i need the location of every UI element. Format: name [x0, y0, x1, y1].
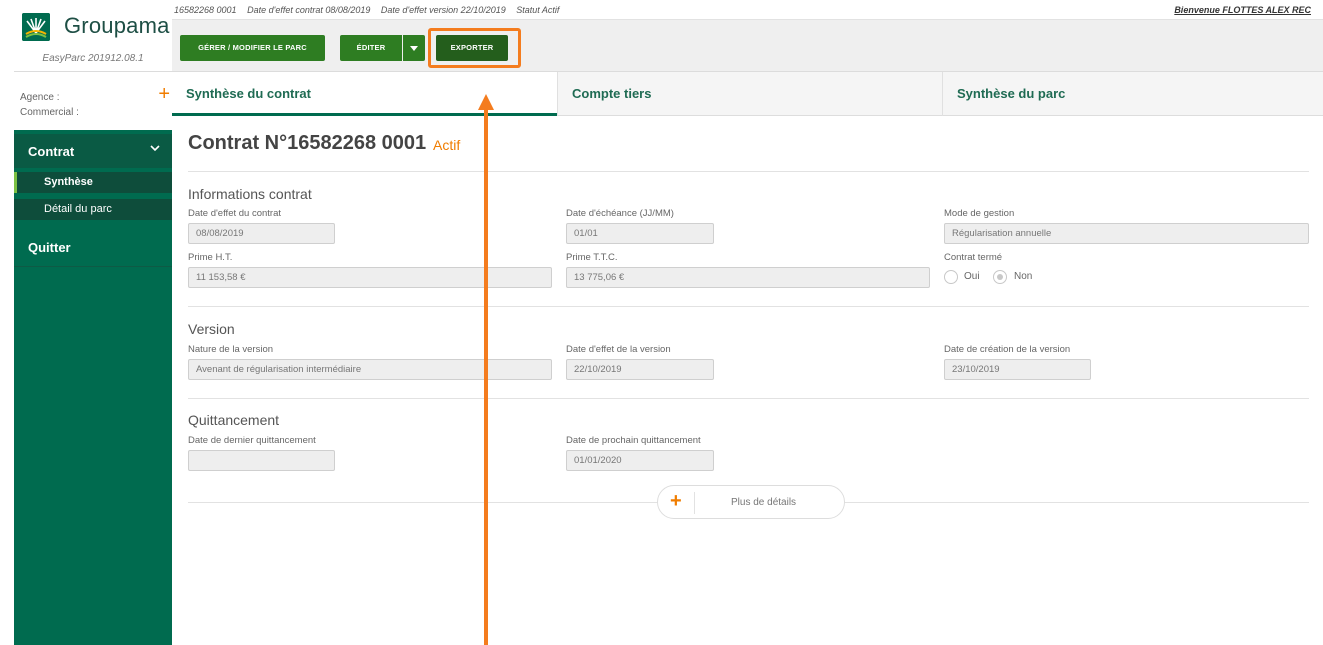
button-divider	[694, 492, 695, 514]
mode-gestion-field: Régularisation annuelle	[944, 223, 1309, 244]
app-root: Groupama EasyParc 201912.08.1 Agence : C…	[0, 0, 1323, 645]
tab-label: Synthèse du contrat	[186, 86, 311, 101]
radio-oui-label: Oui	[964, 271, 980, 282]
prime-ht-label: Prime H.T.	[188, 252, 233, 263]
mode-gestion-label: Mode de gestion	[944, 208, 1015, 219]
commercial-label: Commercial :	[20, 107, 79, 118]
section-title-informations: Informations contrat	[188, 186, 312, 202]
annotation-arrow-shaft	[484, 108, 488, 645]
info-date-effet-version: Date d'effet version 22/10/2019	[380, 5, 506, 15]
tab-synthese-contrat[interactable]: Synthèse du contrat	[172, 72, 557, 116]
groupama-logo-icon	[22, 13, 50, 41]
welcome-user-link[interactable]: Bienvenue FLOTTES ALEX REC	[1174, 5, 1311, 15]
prime-ttc-field: 13 775,06 €	[566, 267, 930, 288]
date-effet-contrat-field: 08/08/2019	[188, 223, 335, 244]
section-title-version: Version	[188, 321, 235, 337]
divider	[188, 171, 1309, 172]
add-agency-icon[interactable]: +	[158, 84, 170, 104]
radio-non-label: Non	[1014, 271, 1033, 282]
agency-block: Agence : Commercial : +	[14, 72, 172, 130]
divider	[188, 306, 1309, 307]
tab-bar: Synthèse du contrat Compte tiers Synthès…	[172, 72, 1323, 116]
info-contract-no: 16582268 0001	[174, 5, 237, 15]
chevron-down-icon	[150, 142, 160, 157]
sidebar-item-label: Détail du parc	[44, 203, 112, 215]
sidebar-item-label: Quitter	[28, 240, 71, 255]
contract-info-text: 16582268 0001 Date d'effet contrat 08/08…	[174, 5, 567, 15]
contract-info-bar: 16582268 0001 Date d'effet contrat 08/08…	[172, 0, 1323, 20]
editer-dropdown-button[interactable]	[403, 35, 425, 61]
sidebar-item-label: Synthèse	[44, 176, 93, 188]
date-effet-contrat-label: Date d'effet du contrat	[188, 208, 282, 219]
tab-label: Compte tiers	[572, 86, 652, 101]
info-statut: Statut Actif	[516, 5, 560, 15]
app-version: EasyParc 201912.08.1	[42, 53, 144, 64]
section-title-quittancement: Quittancement	[188, 412, 280, 428]
sidebar: Groupama EasyParc 201912.08.1 Agence : C…	[14, 0, 172, 645]
prime-ht-field: 11 153,58 €	[188, 267, 552, 288]
date-creation-version-label: Date de création de la version	[944, 344, 1071, 355]
date-echeance-field: 01/01	[566, 223, 714, 244]
agence-label: Agence :	[20, 92, 60, 103]
radio-oui[interactable]	[944, 270, 958, 284]
date-echeance-label: Date d'échéance (JJ/MM)	[566, 208, 674, 219]
gerer-parc-button[interactable]: GÉRER / MODIFIER LE PARC	[180, 35, 325, 61]
info-date-effet-contrat: Date d'effet contrat 08/08/2019	[247, 5, 371, 15]
plus-de-details-label: Plus de détails	[731, 497, 797, 508]
divider	[188, 398, 1309, 399]
prime-ttc-label: Prime T.T.C.	[566, 252, 618, 263]
radio-non[interactable]	[993, 270, 1007, 284]
date-creation-version-field: 23/10/2019	[944, 359, 1091, 380]
dernier-quittancement-label: Date de dernier quittancement	[188, 435, 316, 446]
exporter-highlight-annotation	[428, 28, 521, 68]
editer-button[interactable]: ÉDITER	[340, 35, 402, 61]
status-badge: Actif	[433, 137, 461, 153]
sidebar-item-quitter[interactable]: Quitter	[14, 229, 172, 267]
sidebar-item-detail-parc[interactable]: Détail du parc	[14, 199, 172, 220]
dernier-quittancement-field	[188, 450, 335, 471]
brand-name: Groupama	[64, 13, 170, 38]
prochain-quittancement-label: Date de prochain quittancement	[566, 435, 701, 446]
prochain-quittancement-field: 01/01/2020	[566, 450, 714, 471]
contrat-terme-label: Contrat termé	[944, 252, 1003, 263]
plus-icon: +	[670, 490, 682, 512]
nature-version-label: Nature de la version	[188, 344, 274, 355]
nature-version-field: Avenant de régularisation intermédiaire	[188, 359, 552, 380]
page-title: Contrat N°16582268 0001	[188, 132, 427, 154]
tab-label: Synthèse du parc	[957, 86, 1066, 101]
annotation-arrow-head-icon	[478, 94, 494, 110]
sidebar-item-synthese[interactable]: Synthèse	[14, 172, 172, 193]
tab-synthese-parc[interactable]: Synthèse du parc	[942, 72, 1323, 116]
brand-block: Groupama EasyParc 201912.08.1	[14, 0, 172, 72]
date-effet-version-label: Date d'effet de la version	[566, 344, 671, 355]
date-effet-version-field: 22/10/2019	[566, 359, 714, 380]
tab-compte-tiers[interactable]: Compte tiers	[557, 72, 942, 116]
sidebar-item-contrat[interactable]: Contrat	[14, 134, 172, 168]
caret-down-icon	[410, 45, 418, 51]
plus-de-details-button[interactable]: + Plus de détails	[657, 485, 845, 519]
sidebar-item-label: Contrat	[28, 144, 75, 159]
